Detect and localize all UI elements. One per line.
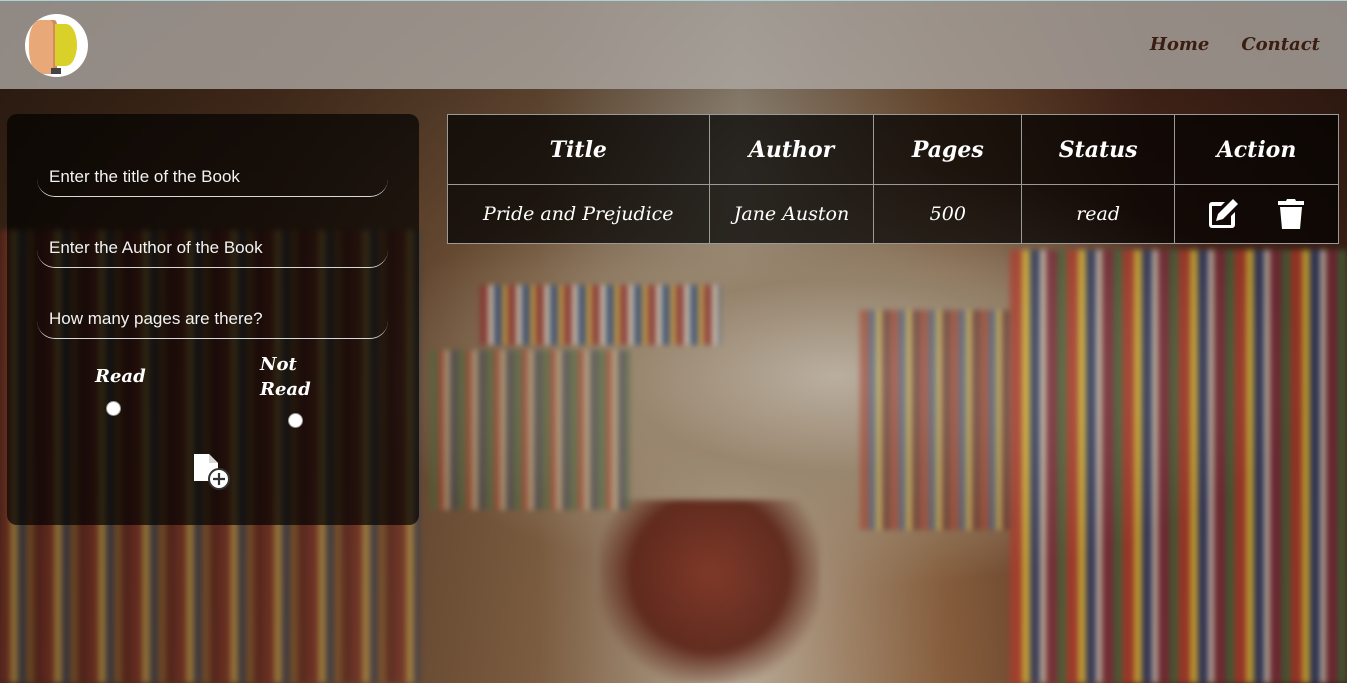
header-title: Title (447, 114, 710, 185)
header-action: Action (1174, 114, 1339, 185)
author-input[interactable] (37, 228, 388, 268)
main-nav: Home Contact (1150, 34, 1320, 55)
edit-icon (1208, 199, 1238, 228)
read-radio-label: Read (95, 366, 146, 387)
book-table: Title Author Pages Status Action Pride a… (447, 114, 1339, 244)
cell-title: Pride and Prejudice (447, 184, 710, 244)
cell-author: Jane Auston (708, 184, 875, 244)
header-author: Author (708, 114, 875, 185)
pages-input[interactable] (37, 299, 388, 339)
header: Home Contact (0, 0, 1347, 89)
table-row: Pride and Prejudice Jane Auston 500 read (447, 184, 1339, 244)
cell-action (1174, 184, 1339, 244)
not-read-radio[interactable] (288, 413, 303, 428)
cell-pages: 500 (873, 184, 1023, 244)
delete-button[interactable] (1273, 196, 1309, 232)
not-read-radio-label: Not Read (260, 354, 311, 400)
add-file-icon (194, 454, 230, 490)
cell-status: read (1021, 184, 1176, 244)
edit-button[interactable] (1205, 196, 1241, 232)
add-book-button[interactable] (191, 452, 233, 492)
nav-contact-link[interactable]: Contact (1241, 34, 1320, 55)
trash-icon (1277, 199, 1304, 229)
read-radio[interactable] (106, 401, 121, 416)
add-book-form: Read Not Read (7, 114, 419, 525)
table-header-row: Title Author Pages Status Action (447, 114, 1339, 185)
header-status: Status (1021, 114, 1176, 185)
title-input[interactable] (37, 157, 388, 197)
brain-lightbulb-logo[interactable] (25, 14, 88, 77)
header-pages: Pages (873, 114, 1023, 185)
nav-home-link[interactable]: Home (1150, 34, 1210, 55)
